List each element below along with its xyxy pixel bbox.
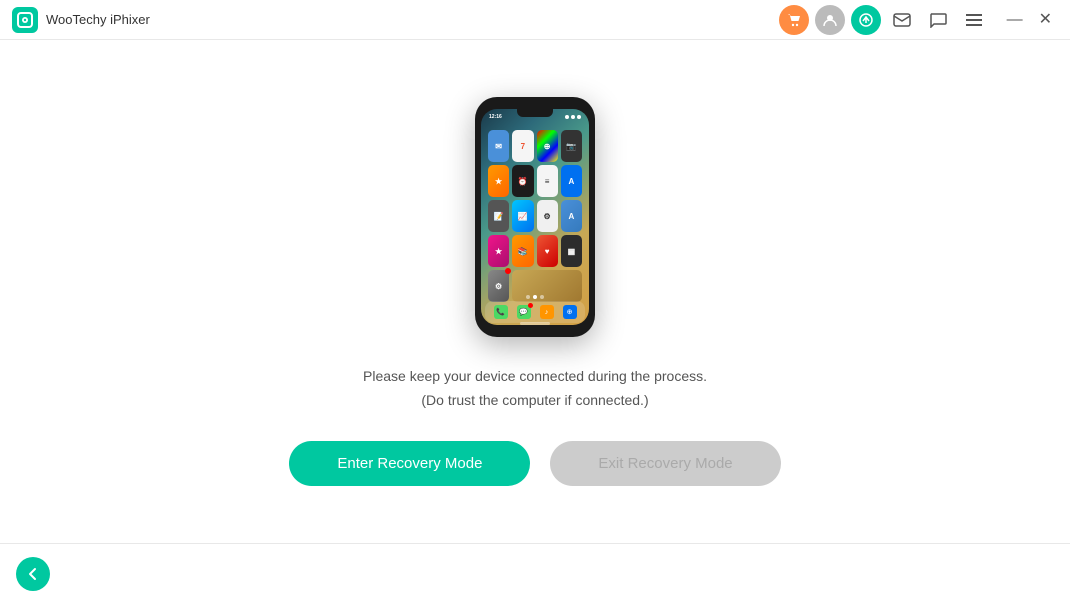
phone-notch [517, 109, 553, 117]
app-icon-clock: ⏰ [512, 165, 533, 197]
cart-icon-btn[interactable] [779, 5, 809, 35]
app-icon-camera: 📷 [561, 130, 582, 162]
instructions: Please keep your device connected during… [363, 365, 707, 413]
app-icon-stocks: 📈 [512, 200, 533, 232]
app-icon-settings: ⚙ [488, 270, 509, 302]
close-button[interactable]: ✕ [1033, 10, 1058, 30]
enter-recovery-button[interactable]: Enter Recovery Mode [289, 441, 530, 486]
app-icon-appstore: A [561, 165, 582, 197]
app-title: WooTechy iPhixer [46, 12, 150, 27]
app-icon-mail: ✉ [488, 130, 509, 162]
mail-icon-btn[interactable] [887, 5, 917, 35]
minimize-button[interactable]: — [1001, 10, 1029, 30]
title-bar-right: — ✕ [779, 5, 1058, 35]
window-controls: — ✕ [1001, 10, 1058, 30]
back-button[interactable] [16, 557, 50, 591]
title-bar-left: WooTechy iPhixer [12, 7, 150, 33]
app-icon-3: ≡ [537, 165, 558, 197]
app-icon-notes: 📝 [488, 200, 509, 232]
status-time: 12:16 [489, 114, 502, 120]
chat-icon-btn[interactable] [923, 5, 953, 35]
app-icon-photos: ⊕ [537, 130, 558, 162]
phone-dock: 📞 💬 ♪ ⊕ [485, 301, 585, 323]
app-icon-calendar: 7 [512, 130, 533, 162]
app-icon-settings2: ⚙ [537, 200, 558, 232]
instruction-line1: Please keep your device connected during… [363, 365, 707, 389]
app-icon-books: 📚 [512, 235, 533, 267]
main-content: 12:16 ✉ 7 ⊕ 📷 ★ ⏰ [0, 40, 1070, 543]
app-icon-star: ★ [488, 235, 509, 267]
exit-recovery-button[interactable]: Exit Recovery Mode [550, 441, 780, 486]
status-icons [565, 115, 581, 119]
app-icon-1: ★ [488, 165, 509, 197]
settings-badge [505, 268, 511, 274]
phone-screen: 12:16 ✉ 7 ⊕ 📷 ★ ⏰ [481, 109, 589, 325]
home-indicator [520, 322, 550, 325]
app-icon-app2: A [561, 200, 582, 232]
app-icon-beach [512, 270, 582, 302]
menu-icon-btn[interactable] [959, 5, 989, 35]
app-logo [12, 7, 38, 33]
bottom-bar [0, 543, 1070, 603]
app-grid: ✉ 7 ⊕ 📷 ★ ⏰ ≡ A 📝 📈 ⚙ A ★ 📚 [485, 127, 585, 305]
phone-illustration: 12:16 ✉ 7 ⊕ 📷 ★ ⏰ [475, 97, 595, 337]
title-bar: WooTechy iPhixer [0, 0, 1070, 40]
page-dots [526, 295, 544, 299]
phone-container: 12:16 ✉ 7 ⊕ 📷 ★ ⏰ [475, 97, 595, 337]
dock-safari: ⊕ [563, 305, 577, 319]
instruction-line2: (Do trust the computer if connected.) [363, 389, 707, 413]
app-icon-dark: ▦ [561, 235, 582, 267]
app-icon-heart: ♥ [537, 235, 558, 267]
dock-phone: 📞 [494, 305, 508, 319]
upgrade-icon-btn[interactable] [851, 5, 881, 35]
dock-messages: 💬 [517, 305, 531, 319]
dock-music: ♪ [540, 305, 554, 319]
messages-badge [528, 303, 533, 308]
buttons-row: Enter Recovery Mode Exit Recovery Mode [289, 441, 780, 486]
user-icon-btn[interactable] [815, 5, 845, 35]
